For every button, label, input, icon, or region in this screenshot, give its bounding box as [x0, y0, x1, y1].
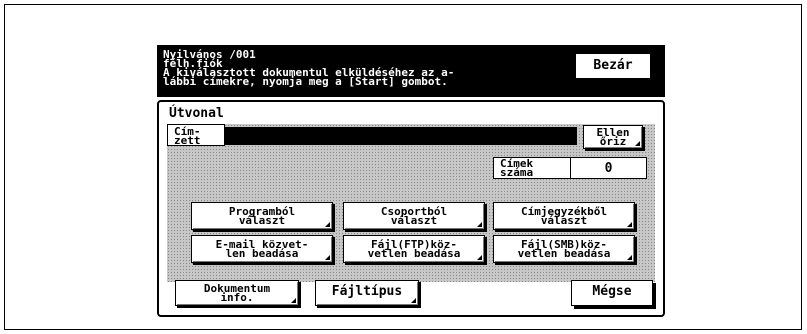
select-from-group-button[interactable]: Csoportból választ — [343, 202, 485, 230]
smb-direct-input-button[interactable]: Fájl(SMB)köz- vetlen beadása — [493, 235, 635, 263]
select-from-program-button[interactable]: Programból választ — [191, 202, 333, 230]
button-label: Címjegyzékből választ — [520, 205, 608, 227]
button-label: Dokumentum info. — [203, 282, 271, 304]
recipient-label: Cím- zett — [167, 124, 225, 146]
send-panel: Nyilvános /001 félh.fiók A kiválasztott … — [157, 45, 665, 317]
button-label: E-mail közvet- len beadása — [215, 238, 309, 260]
screen-frame: Nyilvános /001 félh.fiók A kiválasztott … — [4, 4, 802, 330]
button-label: Programból választ — [228, 205, 296, 227]
button-label: Fájl(FTP)köz- vetlen beadása — [367, 238, 461, 260]
document-info-button[interactable]: Dokumentum info. — [175, 280, 299, 306]
address-count-label: Címek száma — [500, 157, 534, 179]
header-line-4: lábbi címekre, nyomja meg a [Start] gomb… — [163, 75, 448, 88]
close-button-label: Bezár — [593, 58, 633, 73]
button-label: Csoportból választ — [380, 205, 448, 227]
select-from-address-book-button[interactable]: Címjegyzékből választ — [493, 202, 635, 230]
button-label: Mégse — [592, 284, 632, 299]
recipient-field[interactable] — [225, 127, 577, 145]
button-label: Fájltípus — [331, 284, 403, 299]
button-label: Fájl(SMB)köz- vetlen beadása — [517, 238, 611, 260]
route-title: Útvonal — [169, 106, 224, 121]
check-button[interactable]: Ellen őriz — [583, 125, 643, 149]
ftp-direct-input-button[interactable]: Fájl(FTP)köz- vetlen beadása — [343, 235, 485, 263]
email-direct-input-button[interactable]: E-mail közvet- len beadása — [191, 235, 333, 263]
header-message: Nyilvános /001 félh.fiók A kiválasztott … — [157, 45, 665, 97]
route-panel: Útvonal Cím- zett Ellen őriz Címek száma… — [157, 100, 665, 317]
check-button-label: Ellen őriz — [596, 126, 630, 148]
address-count-box: Címek száma 0 — [493, 157, 647, 179]
file-type-button[interactable]: Fájltípus — [315, 280, 419, 306]
cancel-button[interactable]: Mégse — [571, 280, 653, 306]
address-count-value: 0 — [604, 161, 613, 176]
close-button[interactable]: Bezár — [575, 53, 651, 79]
